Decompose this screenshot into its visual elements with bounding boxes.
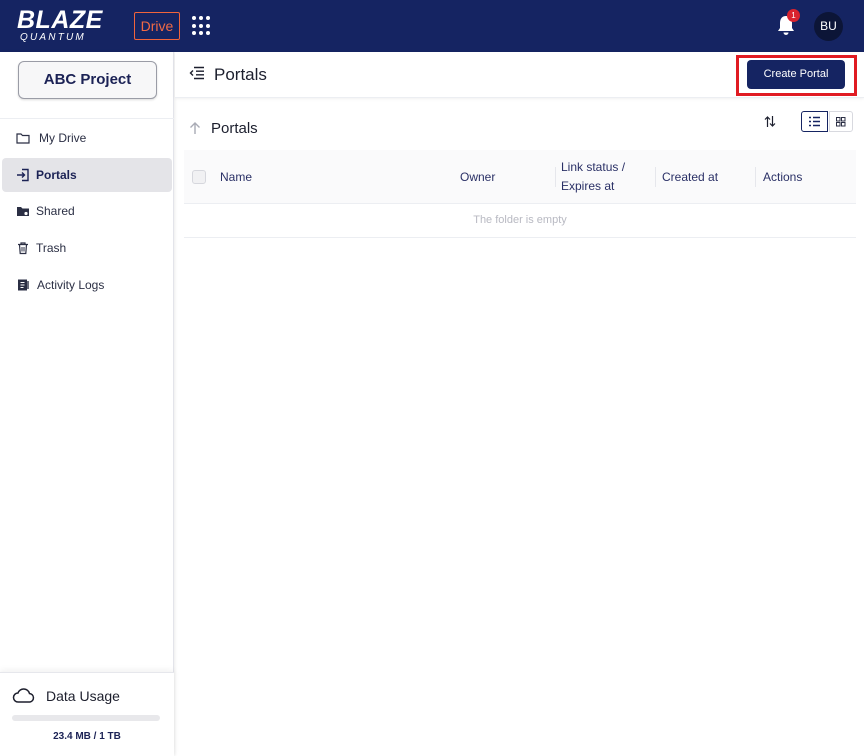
user-avatar[interactable]: BU [814,12,843,41]
data-usage-text: 23.4 MB / 1 TB [53,731,121,742]
column-name[interactable]: Name [220,150,450,204]
drive-app-badge[interactable]: Drive [134,12,180,40]
logo-sub-text: QUANTUM [20,32,86,43]
column-owner-label: Owner [460,170,496,184]
column-owner[interactable]: Owner [460,150,555,204]
sidebar-item-label: Trash [36,241,67,255]
sidebar-item-label: My Drive [39,131,87,145]
sidebar-item-trash[interactable]: Trash [2,231,172,265]
list-view-button[interactable] [801,111,828,132]
trash-icon [18,242,28,255]
column-actions-label: Actions [763,170,803,184]
shared-folder-icon [17,207,29,216]
sidebar-item-label: Shared [36,204,75,218]
top-bar: BLAZE QUANTUM Drive 1 BU [0,0,864,52]
sidebar-item-label: Activity Logs [37,278,105,292]
logo-main-text: BLAZE [17,6,103,34]
column-name-label: Name [220,170,253,184]
view-mode-toggle [801,111,853,132]
project-selector-button[interactable]: ABC Project [18,61,157,99]
arrow-up-icon[interactable] [189,121,201,135]
column-link-status-label: Link status / Expires at [561,160,626,193]
notification-count-badge: 1 [787,9,800,22]
sort-icon[interactable] [764,115,776,128]
cloud-icon [12,688,35,703]
sidebar-item-portals[interactable]: Portals [2,158,172,192]
sidebar-item-my-drive[interactable]: My Drive [2,121,172,155]
grid-view-icon [836,117,846,127]
sidebar-item-activity-logs[interactable]: Activity Logs [2,268,172,302]
column-created-at-label: Created at [662,170,719,184]
data-usage-title: Data Usage [46,688,120,704]
folder-icon [16,133,30,144]
activity-log-icon [18,279,29,291]
column-created-at[interactable]: Created at [662,150,754,204]
data-usage-panel: Data Usage 23.4 MB / 1 TB [0,672,174,756]
column-link-status[interactable]: Link status / Expires at [561,150,653,204]
column-separator [755,167,756,187]
grid-view-button[interactable] [829,111,853,132]
collapse-sidebar-icon[interactable] [189,66,205,80]
page-header: Portals Create Portal [175,52,864,98]
portal-icon [17,168,29,182]
create-portal-button[interactable]: Create Portal [747,60,845,89]
select-all-checkbox[interactable] [192,170,206,184]
column-separator [655,167,656,187]
apps-grid-icon[interactable] [192,16,212,36]
data-usage-bar [12,715,160,721]
table-header: Name Owner Link status / Expires at Crea… [184,150,856,204]
column-separator [555,167,556,187]
page-title: Portals [214,65,267,84]
blaze-quantum-logo[interactable]: BLAZE QUANTUM [17,7,117,43]
list-view-icon [809,116,820,127]
column-actions: Actions [763,150,843,204]
sidebar-divider [0,118,174,119]
sidebar-item-shared[interactable]: Shared [2,194,172,228]
sidebar: ABC Project My Drive Portals Shared Tras… [0,52,174,756]
content-title: Portals [211,120,258,137]
empty-folder-message: The folder is empty [184,204,856,238]
sidebar-item-label: Portals [36,168,77,182]
